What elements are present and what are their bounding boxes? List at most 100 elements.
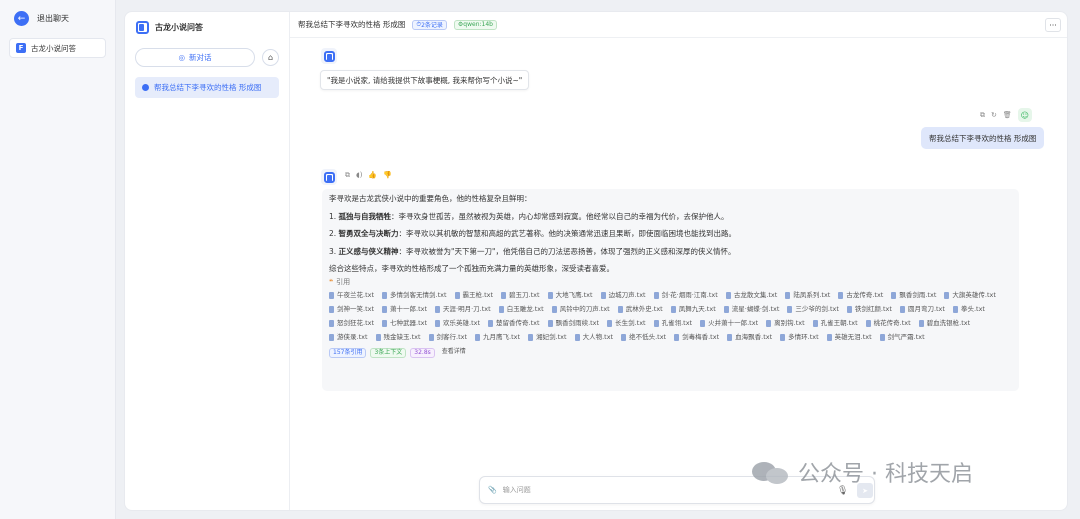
citation-file-name: 英雄无泪.txt — [834, 332, 872, 341]
history-item[interactable]: 帮我总结下李寻欢的性格 形成图 — [135, 77, 279, 98]
user-message-text: 帮我总结下李寻欢的性格 形成图 — [929, 133, 1037, 143]
file-icon — [501, 291, 507, 299]
citation-file[interactable]: 血海飘香.txt — [727, 333, 772, 341]
citation-count-tag[interactable]: 157条引用 — [329, 347, 367, 358]
citation-file[interactable]: 孔雀王朝.txt — [812, 319, 858, 327]
exit-chat-label: 退出聊天 — [37, 14, 69, 23]
records-badge[interactable]: ⏱ 2条记录 — [412, 19, 447, 30]
point-number: 1. — [329, 211, 337, 221]
quote-icon: ❝ — [329, 277, 334, 286]
file-icon — [607, 319, 613, 327]
citation-file[interactable]: 剑神一笑.txt — [329, 305, 374, 313]
new-chat-button[interactable]: ◎ 新对话 — [135, 48, 255, 67]
home-button[interactable]: ⌂ — [262, 49, 279, 66]
attachment-icon[interactable]: 📎 — [488, 486, 497, 494]
citation-file[interactable]: 游侠录.txt — [329, 333, 368, 341]
file-icon — [785, 291, 791, 299]
citation-file[interactable]: 白玉雕龙.txt — [498, 305, 544, 313]
file-icon — [454, 291, 460, 299]
citation-file[interactable]: 多情剑客无情剑.txt — [382, 291, 447, 299]
citation-file[interactable]: 武林外史.txt — [617, 305, 663, 313]
retry-icon[interactable]: ↻ — [991, 111, 997, 119]
citation-file-name: 大地飞鹰.txt — [555, 290, 593, 299]
model-badge: ⚙ qwen:14b — [453, 19, 497, 30]
file-icon — [723, 305, 729, 313]
citation-file[interactable]: 碧血洗银枪.txt — [918, 319, 970, 327]
citation-file[interactable]: 飘香剑雨.txt — [891, 291, 936, 299]
context-count-tag[interactable]: 3条上下文 — [370, 347, 407, 358]
copy-icon[interactable]: ⧉ — [345, 171, 350, 180]
citation-file[interactable]: 三少爷的剑.txt — [787, 305, 839, 313]
citation-file[interactable]: 大地飞鹰.txt — [547, 290, 593, 299]
citation-file[interactable]: 午夜兰花.txt — [329, 291, 374, 299]
question-input-placeholder: 输入问题 — [502, 486, 531, 494]
chat-bubble-icon: ◎ — [178, 53, 186, 62]
citation-file[interactable]: 铁剑红颜.txt — [846, 305, 892, 313]
citation-file[interactable]: 天涯·明月·刀.txt — [435, 305, 491, 313]
app-item-label: 古龙小说问答 — [31, 43, 76, 53]
thumbs-down-icon[interactable]: 👎 — [383, 171, 392, 180]
citation-file[interactable]: 剑气严霜.txt — [879, 333, 925, 341]
citation-file[interactable]: 拳头.txt — [952, 305, 985, 313]
file-icon — [787, 305, 793, 313]
citation-file[interactable]: 大旗英雄传.txt — [944, 291, 996, 299]
thumbs-up-icon[interactable]: 👍 — [368, 171, 377, 180]
file-icon — [435, 305, 441, 313]
file-icon — [674, 333, 680, 341]
file-icon — [375, 333, 381, 341]
citation-file-name: 风铃中的刀声.txt — [559, 304, 610, 313]
citation-file[interactable]: 古龙传奇.txt — [838, 291, 883, 299]
point-heading: 孤独与自我牺牲 — [338, 211, 392, 221]
citation-file[interactable]: 边城刀声.txt — [600, 291, 646, 299]
citation-file[interactable]: 剑客行.txt — [428, 333, 467, 341]
citation-file[interactable]: 长生剑.txt — [607, 319, 646, 327]
more-options-button[interactable]: ··· — [1045, 18, 1061, 32]
greeting-message: "我是小说家, 请给我提供下故事梗概, 我来帮你写个小说~" — [320, 70, 530, 90]
citation-file[interactable]: 古龙散文集.txt — [725, 291, 777, 299]
file-icon — [528, 333, 534, 341]
speaker-icon[interactable]: ◖) — [356, 171, 362, 180]
citation-label: 引用 — [336, 277, 351, 286]
file-icon — [725, 291, 731, 299]
citation-header: ❝ 引用 — [329, 277, 1012, 286]
citation-file[interactable]: 风铃中的刀声.txt — [551, 304, 610, 313]
citation-file[interactable]: 飘香剑雨续.txt — [547, 319, 599, 327]
citation-file[interactable]: 流星·蝴蝶·剑.txt — [723, 305, 779, 313]
file-icon — [382, 305, 388, 313]
citation-file[interactable]: 欢乐英雄.txt — [435, 319, 480, 327]
view-details-link[interactable]: 查看详情 — [439, 348, 469, 358]
exit-chat-button[interactable]: ← 退出聊天 — [14, 11, 69, 26]
citation-file-name: 剑毒梅香.txt — [682, 332, 720, 341]
citation-file[interactable]: 大人物.txt — [574, 333, 613, 341]
citation-file[interactable]: 怒剑狂花.txt — [329, 319, 374, 327]
citation-file[interactable]: 圆月弯刀.txt — [899, 305, 945, 313]
app-item[interactable]: F 古龙小说问答 — [9, 38, 106, 58]
citation-file[interactable]: 霸王枪.txt — [454, 291, 493, 299]
citation-file[interactable]: 英雄无泪.txt — [826, 332, 872, 341]
citation-file[interactable]: 陆凤系列.txt — [785, 291, 830, 299]
file-icon — [475, 333, 481, 341]
citation-file[interactable]: 多情环.txt — [780, 332, 819, 341]
citation-file[interactable]: 剑毒梅香.txt — [674, 332, 720, 341]
citation-file[interactable]: 萧十一郎.txt — [382, 305, 427, 313]
citation-file[interactable]: 凤舞九天.txt — [670, 305, 716, 313]
citation-file[interactable]: 碧玉刀.txt — [501, 291, 540, 299]
file-icon — [838, 291, 844, 299]
citation-file[interactable]: 剑·花·烟雨·江南.txt — [653, 291, 718, 299]
copy-icon[interactable]: ⧉ — [980, 111, 985, 120]
user-message-actions: ⧉ ↻ 🗑 ☺ — [980, 108, 1032, 122]
citation-file-name: 湘妃剑.txt — [536, 332, 567, 341]
citation-file[interactable]: 楚留香传奇.txt — [488, 319, 540, 327]
citation-file[interactable]: 残金缺玉.txt — [375, 333, 421, 341]
citation-file[interactable]: 绝不低头.txt — [621, 333, 666, 341]
citation-file[interactable]: 桃花传奇.txt — [865, 319, 911, 327]
citation-file[interactable]: 七种武器.txt — [382, 319, 427, 327]
citation-file-name: 多情环.txt — [788, 332, 819, 341]
citation-file[interactable]: 火并萧十一郎.txt — [700, 319, 758, 327]
citation-file[interactable]: 离别钩.txt — [766, 319, 805, 327]
citation-file[interactable]: 孔雀翎.txt — [653, 319, 692, 327]
file-icon — [574, 333, 580, 341]
delete-icon[interactable]: 🗑 — [1003, 111, 1012, 119]
citation-file[interactable]: 九月鹰飞.txt — [475, 333, 520, 341]
citation-file[interactable]: 湘妃剑.txt — [528, 332, 567, 341]
